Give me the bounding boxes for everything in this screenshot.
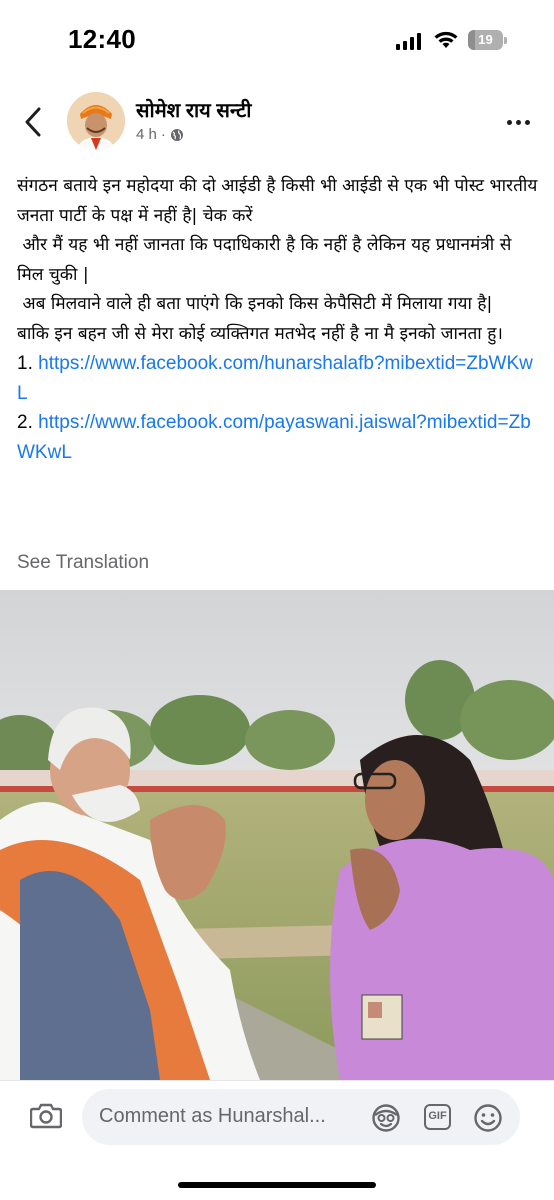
back-arrow-icon bbox=[25, 107, 41, 137]
gif-button[interactable]: GIF bbox=[424, 1104, 451, 1130]
wifi-icon bbox=[433, 30, 459, 50]
see-translation-link[interactable]: See Translation bbox=[17, 552, 149, 574]
comment-bar: Comment as Hunarshal... GIF bbox=[0, 1080, 554, 1200]
more-options-icon bbox=[506, 119, 512, 125]
post-photo[interactable] bbox=[0, 590, 554, 1080]
globe-icon bbox=[170, 128, 183, 141]
author-avatar[interactable] bbox=[67, 92, 125, 150]
camera-icon bbox=[29, 1103, 63, 1129]
camera-button[interactable] bbox=[29, 1103, 64, 1131]
meta-separator: · bbox=[160, 126, 166, 143]
comment-placeholder: Comment as Hunarshal... bbox=[99, 1105, 326, 1127]
battery-icon: 19 bbox=[468, 30, 508, 50]
post-paragraph: बाकि इन बहन जी से मेरा कोई व्यक्तिगत मतभ… bbox=[17, 323, 503, 344]
emoji-icon bbox=[474, 1104, 502, 1132]
post-link-line: 1. https://www.facebook.com/hunarshalafb… bbox=[17, 353, 533, 404]
back-button[interactable] bbox=[18, 102, 48, 142]
post-header: सोमेश राय सन्टी 4 h · bbox=[0, 86, 554, 158]
comment-input[interactable]: Comment as Hunarshal... GIF bbox=[82, 1089, 520, 1145]
post-paragraph: और मैं यह भी नहीं जानता कि पदाधिकारी है … bbox=[17, 235, 517, 285]
post-link-line: 2. https://www.facebook.com/payaswani.ja… bbox=[17, 412, 531, 463]
post-link-2[interactable]: https://www.facebook.com/payaswani.jaisw… bbox=[17, 412, 531, 463]
post-time[interactable]: 4 h bbox=[136, 126, 157, 143]
post-photo-image bbox=[0, 590, 554, 1080]
signal-icon bbox=[396, 32, 422, 50]
battery-percent: 19 bbox=[478, 32, 493, 47]
post-paragraph: अब मिलवाने वाले ही बता पाएंगे कि इनको कि… bbox=[17, 294, 493, 314]
more-options-button[interactable] bbox=[500, 110, 536, 134]
avatar-sticker-icon bbox=[372, 1104, 400, 1132]
status-bar: 12:40 19 bbox=[0, 0, 554, 80]
emoji-button[interactable] bbox=[473, 1103, 503, 1133]
home-indicator bbox=[178, 1182, 376, 1188]
post-meta: 4 h · bbox=[136, 126, 184, 143]
author-name[interactable]: सोमेश राय सन्टी bbox=[136, 96, 251, 123]
post-paragraph: संगठन बताये इन महोदया की दो आईडी है किसी… bbox=[17, 176, 543, 226]
post-text: संगठन बताये इन महोदया की दो आईडी है किसी… bbox=[17, 172, 542, 467]
avatar-sticker-button[interactable] bbox=[371, 1103, 401, 1133]
status-time: 12:40 bbox=[68, 24, 136, 54]
post-link-1[interactable]: https://www.facebook.com/hunarshalafb?mi… bbox=[17, 353, 533, 404]
